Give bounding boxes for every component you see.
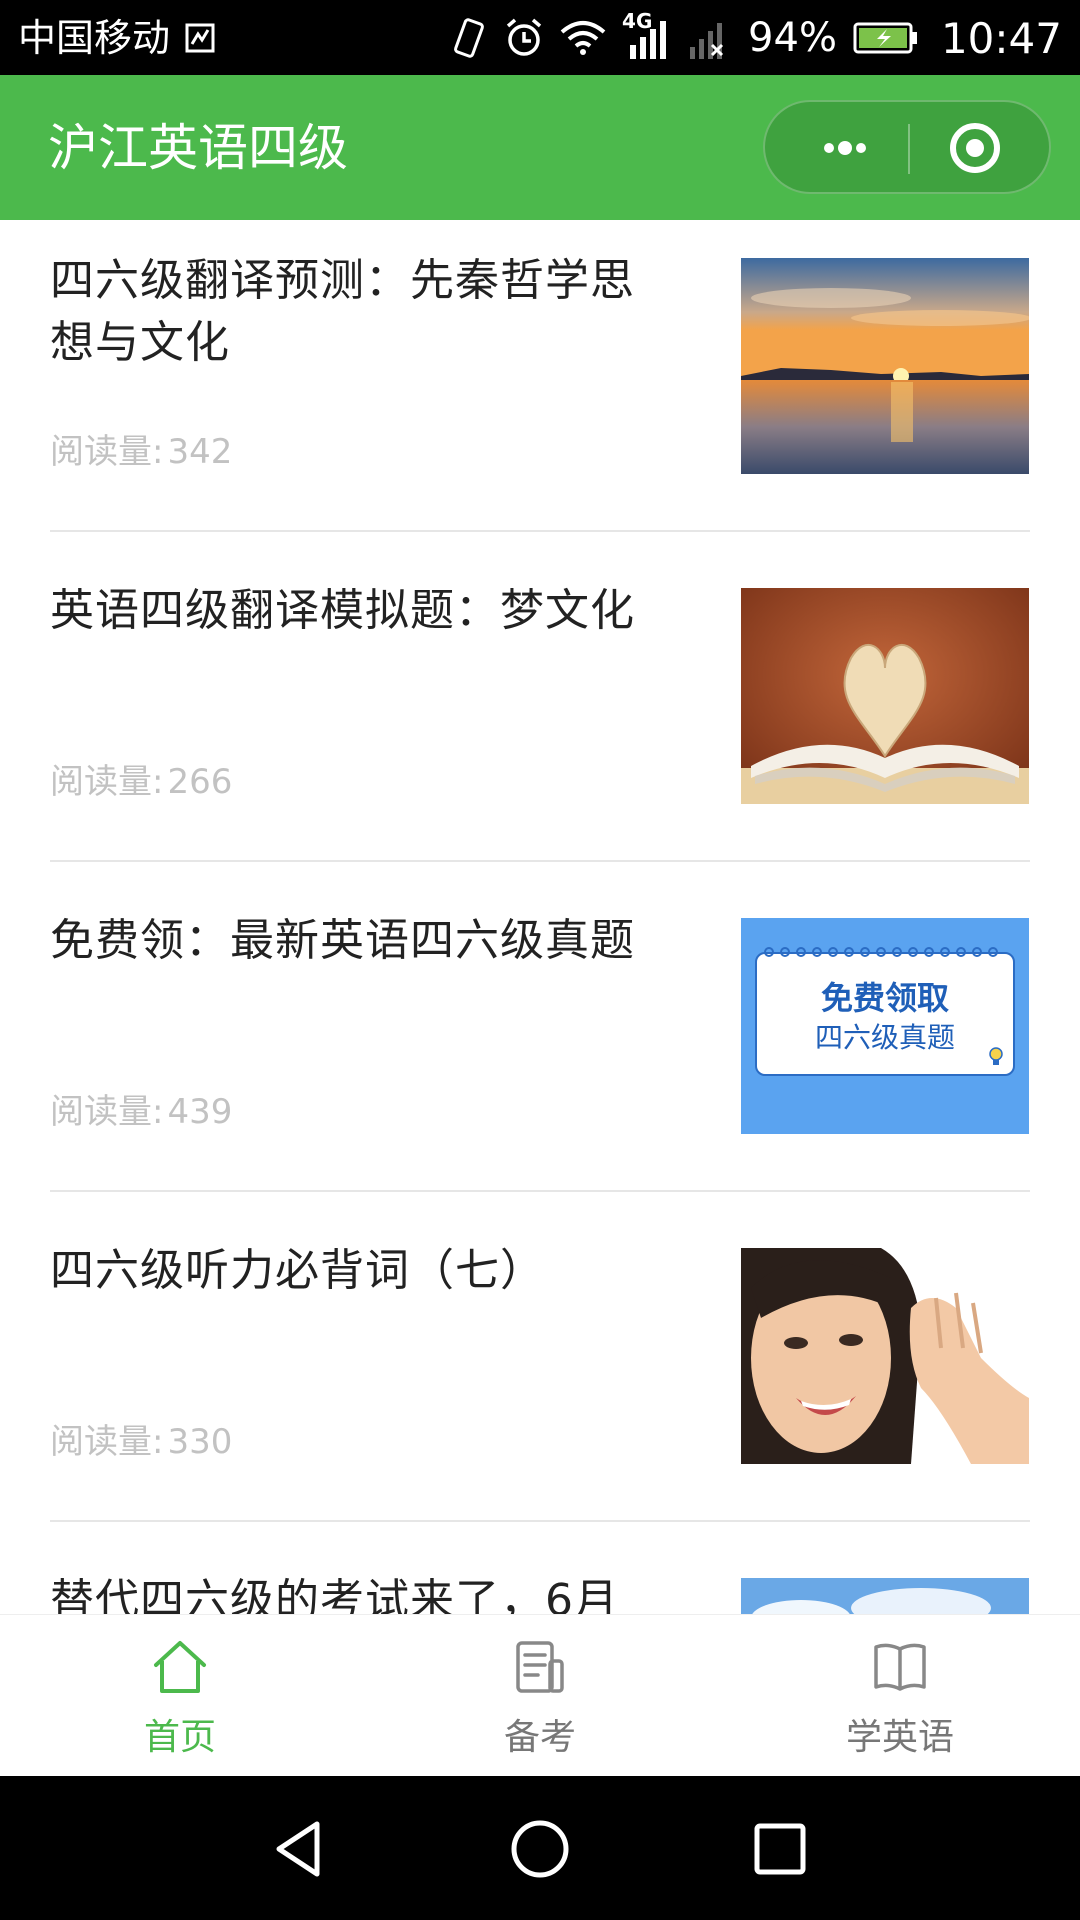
tab-label: 备考 [503, 1717, 576, 1758]
home-icon [154, 1641, 206, 1693]
recents-icon[interactable] [745, 1814, 815, 1884]
read-count-label: 阅读量: [50, 1092, 164, 1132]
article-title: 英语四级翻译模拟题：梦文化 [50, 585, 635, 636]
read-count: 阅读量: 266 [50, 760, 232, 804]
wifi-icon [560, 21, 606, 55]
read-count-label: 阅读量: [50, 432, 164, 472]
divider [50, 530, 1030, 532]
divider [50, 1190, 1030, 1192]
battery-percent: 94% [748, 15, 837, 61]
notes-icon [516, 1641, 564, 1693]
tab-home[interactable]: 首页 [0, 1615, 360, 1777]
more-dots-icon[interactable] [805, 122, 885, 174]
tab-prepare[interactable]: 备考 [360, 1615, 720, 1777]
book-icon [874, 1643, 926, 1691]
read-count-label: 阅读量: [50, 762, 164, 802]
notepad-card: 免费领取 四六级真题 [755, 947, 1015, 1076]
sim-icon [185, 23, 215, 53]
system-nav-bar [0, 1776, 1080, 1920]
no-signal-icon [690, 23, 724, 59]
article-item[interactable]: 四六级翻译预测：先秦哲学思想与文化 阅读量: 342 [50, 220, 1030, 550]
article-thumbnail-sunset [741, 258, 1029, 474]
read-count-value: 330 [167, 1422, 233, 1462]
status-bar: 中国移动 4G 94% 10:47 [0, 0, 1080, 75]
article-item[interactable]: 免费领：最新英语四六级真题 阅读量: 439 免费领取 四六级真题 [50, 880, 1030, 1210]
article-thumbnail-sky [741, 1578, 1029, 1614]
home-circle-icon[interactable] [505, 1814, 575, 1884]
tab-learn-english[interactable]: 学英语 [720, 1615, 1080, 1777]
signal-icon: 4G [622, 9, 672, 61]
alarm-icon [506, 18, 542, 56]
lightbulb-icon [989, 1047, 1003, 1065]
clock: 10:47 [940, 13, 1062, 63]
carrier-name: 中国移动 [18, 16, 171, 60]
read-count: 阅读量: 330 [50, 1420, 232, 1464]
article-item[interactable]: 替代四六级的考试来了，6月 [50, 1540, 1030, 1614]
article-title: 四六级听力必背词（七） [50, 1245, 545, 1296]
vibrate-icon [454, 18, 484, 58]
article-title: 替代四六级的考试来了，6月 [50, 1575, 619, 1614]
battery-icon [853, 22, 917, 54]
article-item[interactable]: 英语四级翻译模拟题：梦文化 阅读量: 266 [50, 550, 1030, 880]
article-item[interactable]: 四六级听力必背词（七） 阅读量: 330 [50, 1210, 1030, 1540]
article-thumbnail-heart-book [741, 588, 1029, 804]
tab-label: 首页 [143, 1717, 216, 1758]
tab-label: 学英语 [845, 1717, 954, 1758]
article-list: 四六级翻译预测：先秦哲学思想与文化 阅读量: 342 英语四级翻译模拟题：梦文化… [0, 220, 1080, 1614]
read-count-value: 266 [167, 762, 233, 802]
divider [50, 860, 1030, 862]
read-count-value: 342 [167, 432, 233, 472]
page-title: 沪江英语四级 [48, 119, 348, 177]
read-count-label: 阅读量: [50, 1422, 164, 1462]
article-thumbnail-free-banner: 免费领取 四六级真题 [741, 918, 1029, 1134]
mini-program-capsule [763, 100, 1051, 194]
divider [50, 1520, 1030, 1522]
read-count: 阅读量: 342 [50, 430, 232, 474]
bottom-tab-bar: 首页 备考 学英语 [0, 1614, 1080, 1776]
article-thumbnail-listening [741, 1248, 1029, 1464]
article-title: 四六级翻译预测：先秦哲学思想与文化 [50, 255, 635, 368]
capsule-divider [908, 124, 910, 174]
banner-line-1: 免费领取 [820, 979, 949, 1017]
banner-line-2: 四六级真题 [814, 1021, 955, 1054]
read-count-value: 439 [167, 1092, 233, 1132]
article-title: 免费领：最新英语四六级真题 [50, 915, 635, 966]
app-header: 沪江英语四级 [0, 75, 1080, 220]
read-count: 阅读量: 439 [50, 1090, 232, 1134]
target-close-icon[interactable] [935, 116, 1015, 180]
back-icon[interactable] [265, 1814, 335, 1884]
